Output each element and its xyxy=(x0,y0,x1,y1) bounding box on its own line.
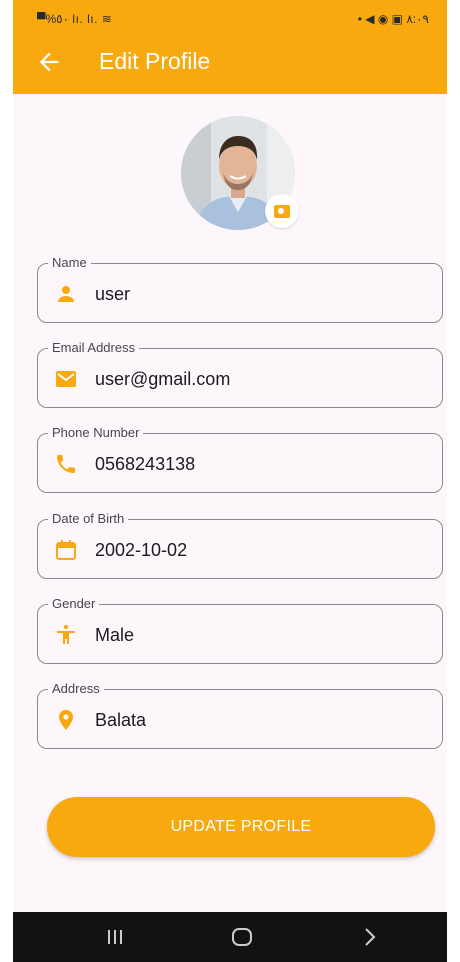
address-field[interactable]: Address Balata xyxy=(37,681,443,749)
gender-value: Male xyxy=(95,625,135,645)
status-right: • ◀ ◉ ▣ ٨:٠٩ xyxy=(357,12,429,26)
status-bar: ▀%٥٠ lı. lı. ≋ • ◀ ◉ ▣ ٨:٠٩ xyxy=(13,6,447,32)
app-bar: ▀%٥٠ lı. lı. ≋ • ◀ ◉ ▣ ٨:٠٩ Edit Profile xyxy=(13,0,447,94)
date-of-birth-value: 2002-10-02 xyxy=(95,540,188,560)
arrow-left-icon[interactable] xyxy=(35,48,63,76)
phone-icon xyxy=(57,455,75,473)
phone-field[interactable]: Phone Number 0568243138 xyxy=(37,425,443,493)
address-label: Address xyxy=(48,681,104,696)
person-icon xyxy=(58,286,74,302)
email-icon xyxy=(56,371,76,387)
camera-icon[interactable] xyxy=(265,194,299,228)
gender-label: Gender xyxy=(48,596,100,611)
recent-apps-icon[interactable] xyxy=(75,912,155,962)
avatar-container[interactable] xyxy=(181,116,299,234)
location-pin-icon xyxy=(59,710,73,730)
name-field[interactable]: Name user xyxy=(37,255,443,323)
phone-label: Phone Number xyxy=(48,425,144,440)
name-value: user xyxy=(95,284,131,304)
screen: ▀%٥٠ lı. lı. ≋ • ◀ ◉ ▣ ٨:٠٩ Edit Profile xyxy=(13,0,447,962)
system-nav-bar xyxy=(13,912,447,962)
back-icon[interactable] xyxy=(331,912,411,962)
email-label: Email Address xyxy=(48,340,140,355)
name-label: Name xyxy=(48,255,91,270)
update-profile-button[interactable]: UPDATE PROFILE xyxy=(47,797,435,857)
email-value: user@gmail.com xyxy=(95,369,231,389)
gender-field[interactable]: Gender Male xyxy=(37,596,443,664)
address-value: Balata xyxy=(95,710,147,730)
accessibility-icon xyxy=(57,624,75,644)
date-of-birth-field[interactable]: Date of Birth 2002-10-02 xyxy=(37,511,443,579)
status-left: ▀%٥٠ lı. lı. ≋ xyxy=(37,12,113,26)
phone-value: 0568243138 xyxy=(95,454,196,474)
date-of-birth-label: Date of Birth xyxy=(48,511,129,526)
home-icon[interactable] xyxy=(202,912,282,962)
email-field[interactable]: Email Address user@gmail.com xyxy=(37,340,443,408)
page-title: Edit Profile xyxy=(99,48,211,74)
calendar-icon xyxy=(56,540,76,560)
